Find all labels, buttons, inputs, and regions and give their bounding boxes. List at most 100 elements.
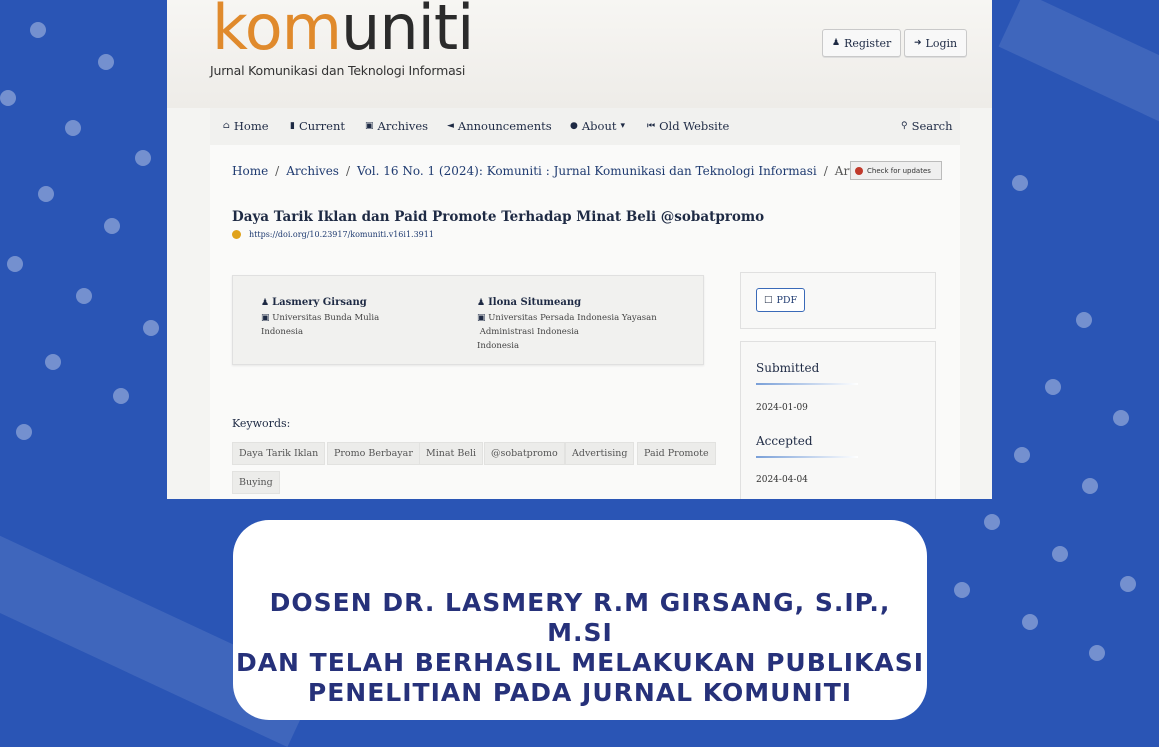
bullhorn-icon: ◄ bbox=[447, 121, 454, 131]
author-affiliation: Universitas Bunda Mulia bbox=[272, 313, 380, 323]
background-dot bbox=[1120, 576, 1136, 592]
background-dot bbox=[135, 150, 151, 166]
accepted-heading: Accepted bbox=[756, 434, 813, 448]
crossmark-icon bbox=[855, 166, 863, 175]
pdf-label: PDF bbox=[776, 294, 798, 306]
keyword-tag[interactable]: Promo Berbayar bbox=[327, 442, 420, 465]
book-icon: ▮ bbox=[290, 121, 295, 131]
background-dot bbox=[1076, 312, 1092, 328]
main-navigation: ⌂ Home ▮ Current ▣ Archives ◄ Announcements … bbox=[210, 108, 960, 146]
doi-link[interactable]: https://doi.org/10.23917/komuniti.v16i1.… bbox=[249, 230, 434, 239]
nav-archives[interactable]: ▣ Archives bbox=[365, 119, 428, 133]
background-dot bbox=[1045, 379, 1061, 395]
keyword-tag[interactable]: Minat Beli bbox=[419, 442, 484, 465]
check-for-updates-label: Check for updates bbox=[867, 166, 931, 175]
breadcrumb-archives[interactable]: Archives bbox=[286, 164, 339, 178]
caption-line: Dosen Dr. Lasmery R.M Girsang, S.IP., M.… bbox=[269, 588, 891, 647]
background-dot bbox=[98, 54, 114, 70]
nav-old-website-label: Old Website bbox=[659, 119, 730, 133]
background-dot bbox=[1082, 478, 1098, 494]
nav-announcements[interactable]: ◄ Announcements bbox=[447, 119, 552, 133]
background-dot bbox=[1012, 175, 1028, 191]
breadcrumb-separator: / bbox=[345, 164, 350, 178]
keyword-tag[interactable]: @sobatpromo bbox=[484, 442, 565, 465]
logo-uniti: uniti bbox=[341, 0, 474, 64]
background-dot bbox=[984, 514, 1000, 530]
author-name: Lasmery Girsang bbox=[272, 297, 367, 308]
nav-current-label: Current bbox=[298, 119, 345, 133]
user-icon: ♟ bbox=[477, 298, 486, 308]
nav-current[interactable]: ▮ Current bbox=[290, 119, 345, 133]
breadcrumb-issue[interactable]: Vol. 16 No. 1 (2024): Komuniti : Jurnal … bbox=[357, 164, 817, 178]
author-item: ♟ Ilona Situmeang ▣ Universitas Persada … bbox=[477, 297, 657, 353]
register-button[interactable]: ♟ Register bbox=[822, 29, 902, 57]
background-dot bbox=[1014, 447, 1030, 463]
galley-panel: □ PDF bbox=[740, 272, 936, 329]
accepted-date: 2024-04-04 bbox=[756, 475, 808, 485]
background-dot bbox=[104, 218, 120, 234]
nav-archives-label: Archives bbox=[377, 119, 429, 133]
nav-about[interactable]: ● About ▾ bbox=[570, 119, 625, 133]
author-country: Indonesia bbox=[477, 341, 520, 351]
background-dot bbox=[113, 388, 129, 404]
pdf-download-button[interactable]: □ PDF bbox=[756, 288, 806, 312]
article-doi: https://doi.org/10.23917/komuniti.v16i1.… bbox=[232, 230, 434, 239]
journal-page-screenshot: komuniti Jurnal Komunikasi dan Teknologi… bbox=[167, 0, 992, 499]
article-title: Daya Tarik Iklan dan Paid Promote Terhad… bbox=[232, 209, 765, 225]
site-header: komuniti Jurnal Komunikasi dan Teknologi… bbox=[167, 0, 992, 108]
background-dot bbox=[1052, 546, 1068, 562]
background-dot bbox=[1089, 645, 1105, 661]
check-for-updates-button[interactable]: Check for updates bbox=[850, 161, 942, 180]
backward-icon: ⏮ bbox=[647, 121, 656, 131]
user-plus-icon: ♟ bbox=[832, 38, 841, 48]
nav-home[interactable]: ⌂ Home bbox=[223, 119, 269, 133]
keyword-tag[interactable]: Daya Tarik Iklan bbox=[232, 442, 326, 465]
home-icon: ⌂ bbox=[223, 121, 230, 131]
background-dot bbox=[16, 424, 32, 440]
submitted-heading: Submitted bbox=[756, 361, 820, 375]
nav-search-label: Search bbox=[911, 119, 953, 133]
background-dot bbox=[143, 320, 159, 336]
info-icon: ● bbox=[570, 121, 578, 131]
user-icon: ♟ bbox=[261, 298, 270, 308]
keyword-tag[interactable]: Advertising bbox=[565, 442, 635, 465]
nav-search[interactable]: ⚲ Search bbox=[901, 119, 952, 133]
search-icon: ⚲ bbox=[901, 121, 908, 131]
keyword-tag[interactable]: Buying bbox=[232, 471, 280, 494]
author-name: Ilona Situmeang bbox=[488, 297, 582, 308]
nav-old-website[interactable]: ⏮ Old Website bbox=[647, 119, 729, 133]
keyword-tag[interactable]: Paid Promote bbox=[637, 442, 716, 465]
background-dot bbox=[30, 22, 46, 38]
background-dot bbox=[38, 186, 54, 202]
caption-text: Dosen Dr. Lasmery R.M Girsang, S.IP., M.… bbox=[233, 588, 927, 708]
heading-underline bbox=[756, 456, 858, 458]
breadcrumb-home[interactable]: Home bbox=[232, 164, 268, 178]
logo-subtitle: Jurnal Komunikasi dan Teknologi Informas… bbox=[210, 63, 466, 78]
author-affiliation: Universitas Persada Indonesia Yayasan bbox=[488, 313, 657, 323]
breadcrumb: Home / Archives / Vol. 16 No. 1 (2024): Komu… bbox=[232, 164, 882, 178]
university-icon: ▣ bbox=[477, 313, 486, 323]
nav-about-label: About bbox=[581, 119, 617, 133]
background-dot bbox=[45, 354, 61, 370]
caption-card: Dosen Dr. Lasmery R.M Girsang, S.IP., M.… bbox=[233, 520, 927, 720]
university-icon: ▣ bbox=[261, 313, 270, 323]
site-logo[interactable]: komuniti bbox=[212, 0, 474, 68]
caption-line: penelitian pada Jurnal Komuniti bbox=[307, 678, 853, 707]
register-label: Register bbox=[844, 36, 892, 50]
file-pdf-icon: □ bbox=[764, 295, 773, 305]
author-affiliation-cont: Administrasi Indonesia bbox=[479, 327, 579, 337]
login-button[interactable]: ➜ Login bbox=[904, 29, 968, 57]
breadcrumb-separator: / bbox=[823, 164, 828, 178]
background-dot bbox=[1113, 410, 1129, 426]
logo-kom: kom bbox=[212, 0, 342, 64]
background-dot bbox=[954, 582, 970, 598]
nav-announcements-label: Announcements bbox=[457, 119, 552, 133]
author-country: Indonesia bbox=[261, 327, 304, 337]
authors-panel: ♟ Lasmery Girsang ▣ Universitas Bunda Mu… bbox=[232, 275, 704, 365]
doi-icon bbox=[232, 230, 241, 239]
background-dot bbox=[65, 120, 81, 136]
heading-underline bbox=[756, 383, 858, 385]
dates-panel: Submitted 2024-01-09 Accepted 2024-04-04 bbox=[740, 341, 936, 499]
background-dot bbox=[7, 256, 23, 272]
author-item: ♟ Lasmery Girsang ▣ Universitas Bunda Mu… bbox=[261, 297, 379, 339]
